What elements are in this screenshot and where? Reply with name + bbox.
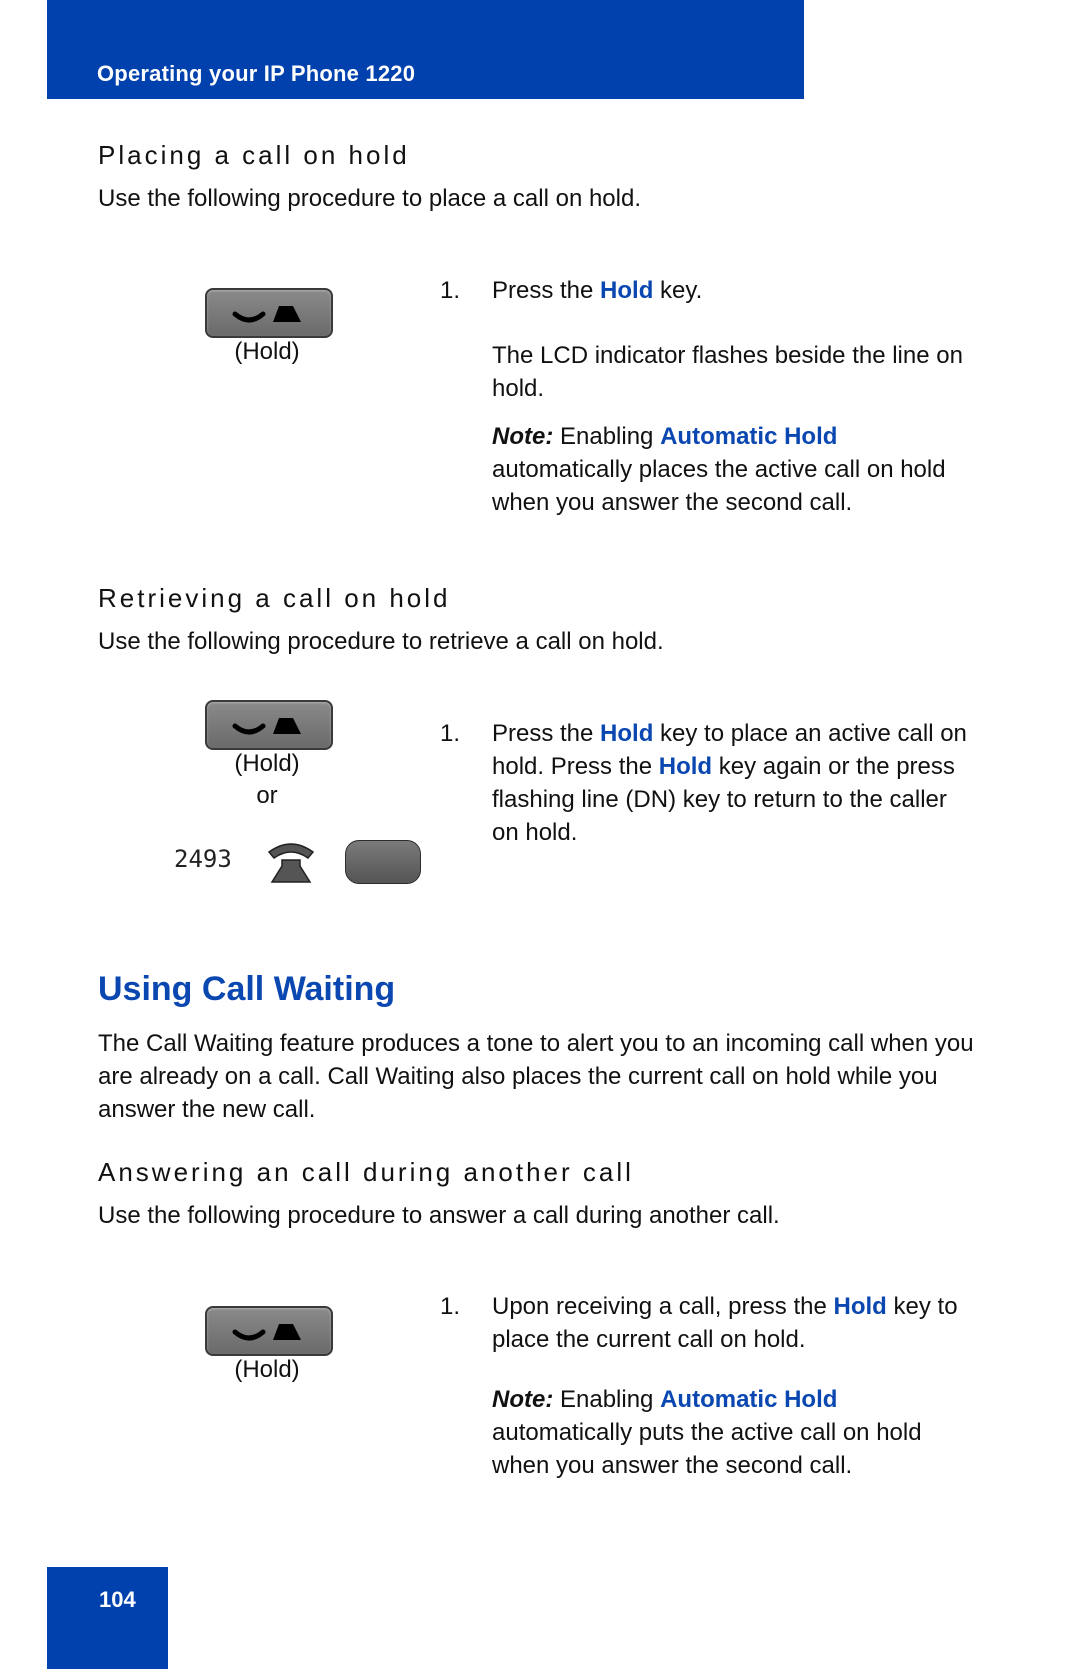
- step-text: Upon receiving a call, press the Hold ke…: [492, 1290, 962, 1356]
- dn-number-label: 2493: [174, 845, 232, 873]
- step-text-a: Press the: [492, 720, 601, 747]
- hold-key-icon: [232, 718, 301, 735]
- hold-key-icon: [232, 306, 301, 323]
- hold-key-ref: Hold: [600, 720, 654, 747]
- hold-key-ref: Hold: [600, 277, 654, 304]
- hold-key-button[interactable]: [205, 1306, 333, 1356]
- line-dn-key-button[interactable]: [345, 840, 421, 884]
- hold-key-icon: [232, 1324, 301, 1341]
- hold-key-button[interactable]: [205, 288, 333, 338]
- note-label: Note:: [492, 423, 554, 450]
- page-number: 104: [99, 1587, 136, 1612]
- step-text-post: key.: [653, 277, 703, 304]
- footer-bar: 104: [47, 1567, 168, 1669]
- note-answering: Note: Enabling Automatic Hold automatica…: [492, 1383, 982, 1482]
- note-pre: Enabling: [553, 423, 661, 450]
- note-placing: Note: Enabling Automatic Hold automatica…: [492, 420, 972, 519]
- subheading-answering-call: Answering an call during another call: [98, 1157, 634, 1187]
- step-text: Press the Hold key.: [492, 274, 982, 307]
- header-bar: Operating your IP Phone 1220: [47, 0, 804, 99]
- intro-placing: Use the following procedure to place a c…: [98, 185, 641, 212]
- step-number: 1.: [440, 277, 461, 304]
- header-title: Operating your IP Phone 1220: [97, 61, 416, 86]
- step-number: 1.: [440, 720, 461, 747]
- intro-retrieving: Use the following procedure to retrieve …: [98, 628, 664, 655]
- hold-key-ref: Hold: [658, 753, 713, 780]
- automatic-hold-ref: Automatic Hold: [660, 423, 838, 450]
- subheading-placing-call-on-hold: Placing a call on hold: [98, 140, 410, 170]
- hold-key-caption: (Hold): [234, 750, 300, 777]
- hold-key-button[interactable]: [205, 700, 333, 750]
- call-waiting-description: The Call Waiting feature produces a tone…: [98, 1030, 974, 1123]
- automatic-hold-ref: Automatic Hold: [660, 1386, 838, 1413]
- or-label: or: [256, 782, 278, 809]
- step-text-pre: Upon receiving a call, press the: [492, 1293, 834, 1320]
- section-title-call-waiting: Using Call Waiting: [98, 970, 396, 1008]
- phone-handset-icon: [267, 843, 315, 883]
- note-pre: Enabling: [553, 1386, 661, 1413]
- hold-key-caption: (Hold): [234, 1356, 300, 1383]
- step-text-pre: Press the: [492, 277, 601, 304]
- note-post: automatically places the active call on …: [492, 456, 946, 516]
- lcd-detail: The LCD indicator flashes beside the lin…: [492, 342, 963, 402]
- hold-key-caption: (Hold): [234, 338, 300, 365]
- subheading-retrieving-call-on-hold: Retrieving a call on hold: [98, 583, 451, 613]
- intro-answering: Use the following procedure to answer a …: [98, 1202, 780, 1229]
- step-text: Press the Hold key to place an active ca…: [492, 717, 972, 849]
- hold-key-ref: Hold: [833, 1293, 887, 1320]
- note-post: automatically puts the active call on ho…: [492, 1419, 922, 1479]
- step-number: 1.: [440, 1293, 461, 1320]
- note-label: Note:: [492, 1386, 554, 1413]
